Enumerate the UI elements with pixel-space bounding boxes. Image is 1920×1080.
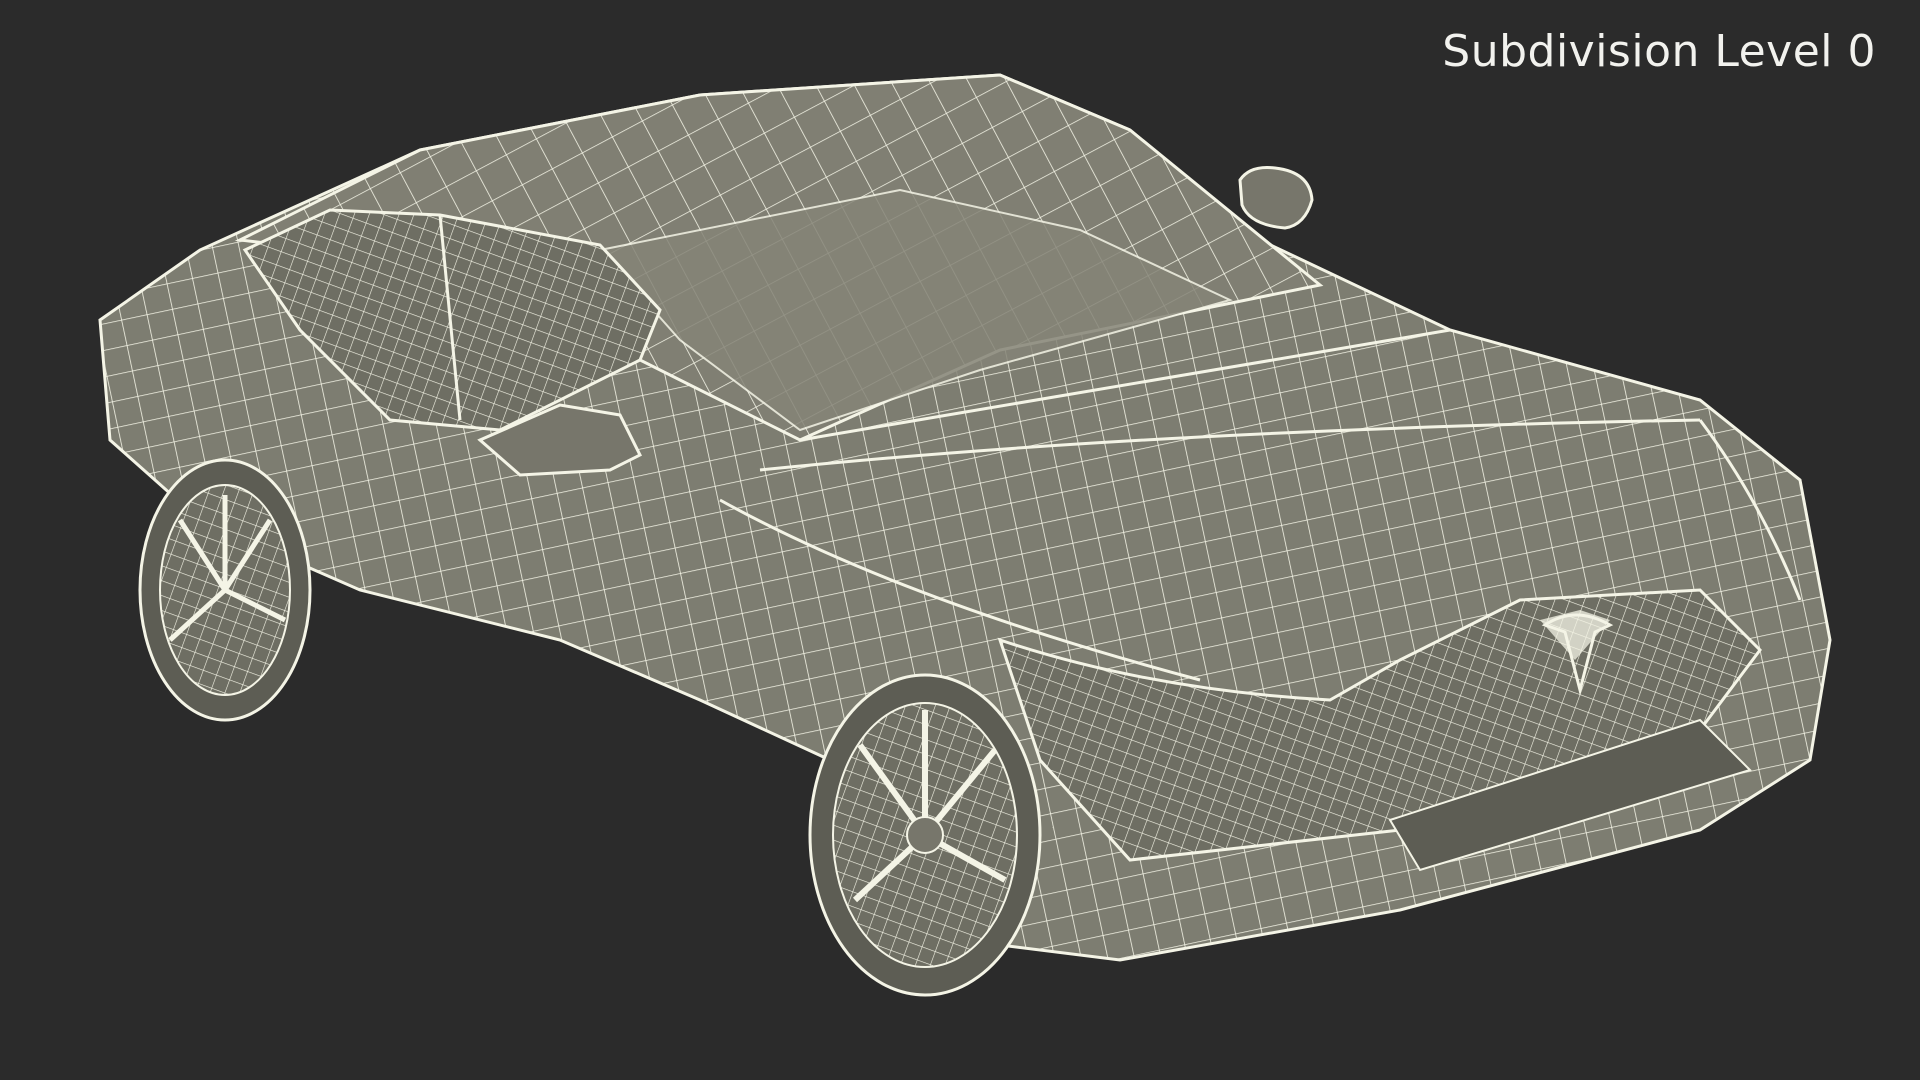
front-wheel — [808, 673, 1042, 997]
car-wireframe-icon — [98, 73, 1832, 997]
rear-wheel — [138, 458, 312, 722]
render-viewport: Subdivision Level 0 — [0, 0, 1920, 1080]
subdivision-level-label: Subdivision Level 0 — [1442, 26, 1876, 77]
